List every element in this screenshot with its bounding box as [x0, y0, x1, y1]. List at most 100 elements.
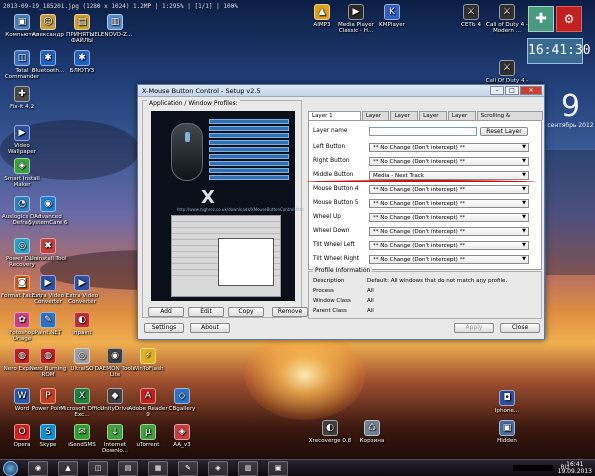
clock-gadget: 16:41:30: [527, 38, 591, 64]
desktop-icon-label: Smart Install Maker: [4, 176, 40, 188]
taskbar-app-icon[interactable]: ▤: [118, 461, 138, 476]
about-button[interactable]: About: [190, 323, 230, 333]
profile-info-row: Window Class All: [313, 298, 539, 306]
layer-name-input[interactable]: [369, 127, 477, 136]
reset-layer-button[interactable]: Reset Layer: [480, 127, 528, 136]
chevron-down-icon: ▼: [522, 242, 526, 248]
gadget-tile-green[interactable]: ✚: [528, 6, 554, 32]
taskbar-app-icon[interactable]: ▦: [148, 461, 168, 476]
desktop-icon-label: Fix-it 4.2: [9, 104, 35, 110]
desktop-icon[interactable]: ⚔ Call of Duty 4 - Modern ...: [485, 4, 529, 34]
profiles-group: Application / Window Profiles: X http://…: [142, 100, 304, 318]
desktop-icon[interactable]: ✖ Uninstall Tool: [26, 238, 70, 262]
desktop-icon[interactable]: ▶ Video Wallpaper: [0, 125, 44, 155]
button-mapping-select[interactable]: ** No Change (Don't intercept) ** ▼: [369, 255, 529, 264]
button-mapping-select[interactable]: ** No Change (Don't intercept) ** ▼: [369, 185, 529, 194]
desktop-icon-glyph: ✚: [14, 86, 30, 102]
taskbar-app-icon[interactable]: ▲: [58, 461, 78, 476]
desktop-icon[interactable]: K KMPlayer: [370, 4, 414, 28]
chevron-down-icon: ▼: [522, 186, 526, 192]
desktop-icon-glyph: ◈: [14, 158, 30, 174]
desktop-icon[interactable]: ◈ AA_v3: [160, 424, 204, 448]
tab-layer-2[interactable]: Layer 2: [361, 111, 390, 127]
window-titlebar[interactable]: X-Mouse Button Control - Setup v2.5 – □ …: [138, 85, 544, 97]
chevron-down-icon: ▼: [522, 200, 526, 206]
calendar-day: 9: [560, 89, 581, 124]
button-mapping-value: ** No Change (Don't intercept) **: [373, 159, 466, 165]
tab-layer-4[interactable]: Layer 4: [419, 111, 447, 127]
desktop-icon-glyph: ◐: [322, 420, 338, 436]
taskbar-app-icon[interactable]: ◫: [88, 461, 108, 476]
desktop-icon-glyph: ◎: [74, 348, 90, 364]
taskbar-app-icon[interactable]: ▥: [238, 461, 258, 476]
desktop-icon-glyph: ⚔: [499, 60, 515, 76]
edit-button[interactable]: Edit: [188, 307, 224, 317]
desktop-icon-label: KMPlayer: [379, 22, 405, 28]
tray-clock[interactable]: 16:41 19.09.2013: [558, 461, 592, 475]
desktop-icon[interactable]: ◐ Inpaint: [60, 312, 104, 336]
button-mapping-select[interactable]: ** No Change (Don't intercept) ** ▼: [369, 213, 529, 222]
desktop-icon-label: WinToFlash: [132, 366, 164, 372]
tray-redacted: [513, 465, 553, 471]
desktop-icon-glyph: ◆: [107, 388, 123, 404]
button-mapping-select[interactable]: Media - Next Track ▼: [369, 171, 529, 180]
button-mapping-select[interactable]: ** No Change (Don't intercept) ** ▼: [369, 199, 529, 208]
close-button[interactable]: Close: [500, 323, 540, 333]
button-mapping-select[interactable]: ** No Change (Don't intercept) ** ▼: [369, 227, 529, 236]
desktop-icon[interactable]: ◈ Smart Install Maker: [0, 158, 44, 188]
apply-button[interactable]: Apply: [454, 323, 494, 333]
close-icon[interactable]: ✕: [520, 86, 542, 95]
profile-info-value: Default: All windows that do not match a…: [367, 278, 508, 284]
mouse-image: [171, 123, 203, 181]
button-mapping-select[interactable]: ** No Change (Don't intercept) ** ▼: [369, 157, 529, 166]
add-button[interactable]: Add: [148, 307, 184, 317]
desktop-icon-glyph: ▣: [499, 420, 515, 436]
button-mapping-value: ** No Change (Don't intercept) **: [373, 187, 466, 193]
desktop-icon-label: UltraISO: [70, 366, 94, 372]
desktop-icon-label: Hidden: [497, 438, 517, 444]
desktop-icon-glyph: X: [74, 388, 90, 404]
desktop-icon[interactable]: ✚ Fix-it 4.2: [0, 86, 44, 110]
taskbar-app-icon[interactable]: ▣: [268, 461, 288, 476]
desktop-icon[interactable]: ♺ Корзина: [350, 420, 394, 444]
button-mapping-select[interactable]: ** No Change (Don't intercept) ** ▼: [369, 241, 529, 250]
desktop-icon[interactable]: ◘ Iphone...: [485, 390, 529, 414]
desktop-icon-label: Корзина: [359, 438, 385, 444]
desktop-icon-glyph: ▶: [74, 275, 90, 291]
desktop-icon-label: Xrecoverge 0.8: [308, 438, 352, 444]
desktop-icon-label: Internet Downlo...: [101, 442, 129, 454]
desktop-icon[interactable]: ◐ Xrecoverge 0.8: [308, 420, 352, 444]
desktop-icon[interactable]: ✱ БЛЮТУЗ: [60, 50, 104, 74]
desktop-icon[interactable]: ▥ LENOVO-Z...: [93, 14, 137, 38]
desktop-icon[interactable]: ▶ Extra Video Converter: [60, 275, 104, 305]
desktop-icon-glyph: ⚔: [463, 4, 479, 20]
desktop-icon-glyph: ✎: [40, 312, 56, 328]
tab-scrolling[interactable]: Scrolling & Navigation: [476, 111, 544, 127]
desktop-icon[interactable]: ▣ Hidden: [485, 420, 529, 444]
remove-button[interactable]: Remove: [272, 307, 308, 317]
profile-list[interactable]: X http://www.highrez.co.uk/downloads/XMo…: [151, 111, 304, 301]
taskbar-app-icon[interactable]: ✎: [178, 461, 198, 476]
copy-button[interactable]: Copy: [228, 307, 264, 317]
desktop-icon-glyph: ◉: [107, 348, 123, 364]
profile-info-key: Window Class: [313, 298, 351, 304]
minimize-icon[interactable]: –: [490, 86, 504, 95]
chevron-down-icon: ▼: [522, 228, 526, 234]
desktop-icon-glyph: ◘: [499, 390, 515, 406]
desktop-icon[interactable]: ⚡ WinToFlash: [126, 348, 170, 372]
gadget-tile-red[interactable]: ⚙: [556, 6, 582, 32]
profile-info-key: Process: [313, 288, 334, 294]
desktop-icon-label: Iphone...: [494, 408, 520, 414]
taskbar-app-icon[interactable]: ◉: [28, 461, 48, 476]
button-mapping-select[interactable]: ** No Change (Don't intercept) ** ▼: [369, 143, 529, 152]
tab-layer-3[interactable]: Layer 3: [390, 111, 419, 127]
settings-button[interactable]: Settings: [144, 323, 184, 333]
maximize-icon[interactable]: □: [505, 86, 519, 95]
start-button[interactable]: [3, 461, 18, 476]
taskbar-app-icon[interactable]: ◈: [208, 461, 228, 476]
desktop-icon[interactable]: ◇ CBgallery: [160, 388, 204, 412]
desktop-icon-label: Uninstall Tool: [29, 256, 67, 262]
desktop-icon[interactable]: ◉ Advanced SystemCare 6: [26, 196, 70, 226]
tab-layer-5[interactable]: Layer 5: [447, 111, 476, 127]
layer-panel: Layer name Reset Layer Left Button ** No …: [308, 120, 542, 270]
